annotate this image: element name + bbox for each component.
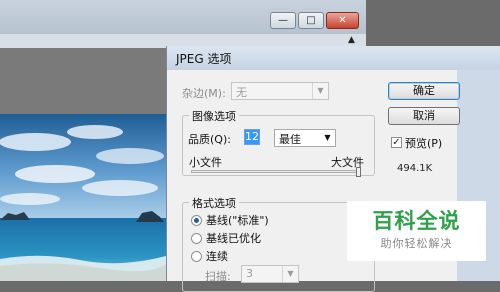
close-icon: ✕ xyxy=(338,15,347,26)
chevron-down-icon: ▼ xyxy=(324,133,331,142)
progressive-radio[interactable] xyxy=(191,251,202,262)
maximize-icon: □ xyxy=(306,15,316,26)
preview-label: 预览(P) xyxy=(405,137,443,150)
preview-checkbox[interactable]: ✓ xyxy=(391,137,402,148)
watermark-slogan: 助你轻松解决 xyxy=(380,237,453,250)
matte-select[interactable]: 无 ▼ xyxy=(231,82,329,100)
ok-button[interactable]: 确定 xyxy=(388,82,460,100)
dialog-title-bar: JPEG 选项 xyxy=(167,46,500,70)
scroll-up-icon[interactable]: ▲ xyxy=(348,35,355,45)
quality-slider-thumb[interactable] xyxy=(356,167,361,177)
format-options-title: 格式选项 xyxy=(189,195,239,211)
small-file-label: 小文件 xyxy=(189,156,222,169)
scans-value: 3 xyxy=(246,267,253,280)
quality-slider-track[interactable] xyxy=(191,170,361,173)
minimize-button[interactable]: — xyxy=(270,12,296,29)
matte-label: 杂边(M): xyxy=(182,87,226,100)
quality-preset-select[interactable]: 最佳 ▼ xyxy=(274,129,336,147)
dialog-title: JPEG 选项 xyxy=(176,52,232,66)
baseline-standard-label: 基线("标准") xyxy=(206,214,269,227)
baike-watermark: 百科全说 助你轻松解决 xyxy=(347,201,486,261)
chevron-down-icon: ▼ xyxy=(282,266,298,282)
chevron-down-icon: ▼ xyxy=(312,83,328,99)
close-window-button[interactable]: ✕ xyxy=(326,12,359,29)
cancel-button[interactable]: 取消 xyxy=(388,107,460,125)
image-options-title: 图像选项 xyxy=(189,108,239,124)
maximize-button[interactable]: □ xyxy=(298,12,324,29)
quality-input[interactable]: 12 xyxy=(244,129,260,145)
baseline-optimized-label: 基线已优化 xyxy=(206,232,261,245)
file-size-readout: 494.1K xyxy=(397,163,433,174)
baseline-standard-radio[interactable] xyxy=(191,215,202,226)
beach-photo xyxy=(0,114,166,281)
quality-label: 品质(Q): xyxy=(188,133,231,146)
minimize-icon: — xyxy=(278,15,288,26)
scans-label: 扫描: xyxy=(205,270,231,283)
scans-select[interactable]: 3 ▼ xyxy=(241,265,299,283)
quality-preset-value: 最佳 xyxy=(279,133,301,146)
progressive-label: 连续 xyxy=(206,250,228,263)
baseline-optimized-radio[interactable] xyxy=(191,233,202,244)
window-title-bar: — □ ✕ xyxy=(0,0,366,34)
matte-value: 无 xyxy=(236,86,247,99)
watermark-brand: 百科全说 xyxy=(372,209,461,233)
